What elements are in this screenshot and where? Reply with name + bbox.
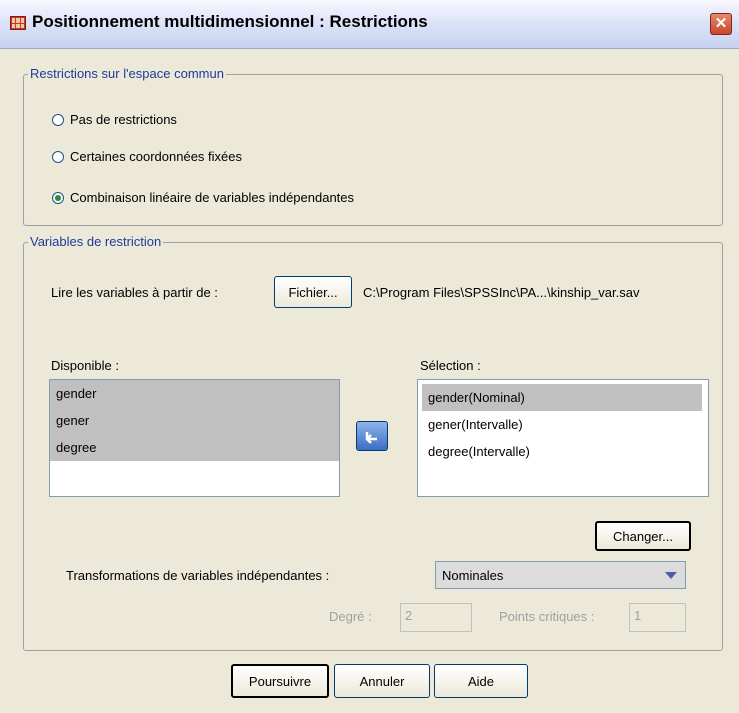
title-bar: Positionnement multidimensionnel : Restr… <box>0 0 739 49</box>
list-item[interactable]: degree(Intervalle) <box>422 438 702 465</box>
file-path: C:\Program Files\SPSSInc\PA...\kinship_v… <box>363 285 640 300</box>
degree-field[interactable]: 2 <box>400 603 472 632</box>
continue-button[interactable]: Poursuivre <box>231 664 329 698</box>
transformations-label: Transformations de variables indépendant… <box>66 568 330 583</box>
cancel-button[interactable]: Annuler <box>334 664 430 698</box>
radio-no-restrictions[interactable]: Pas de restrictions <box>52 112 177 127</box>
close-icon[interactable]: ✕ <box>710 13 732 35</box>
restrictions-dialog: Positionnement multidimensionnel : Restr… <box>0 0 739 713</box>
radio-label: Pas de restrictions <box>70 112 177 127</box>
transformations-select[interactable]: Nominales <box>435 561 686 589</box>
radio-linear-combination[interactable]: Combinaison linéaire de variables indépe… <box>52 190 354 205</box>
move-variable-button[interactable] <box>356 421 388 451</box>
list-item[interactable]: gender(Nominal) <box>422 384 702 411</box>
change-button[interactable]: Changer... <box>595 521 691 551</box>
restriction-variables-group-title: Variables de restriction <box>28 234 164 249</box>
list-item[interactable]: degree <box>50 434 339 461</box>
list-item[interactable]: gener(Intervalle) <box>422 411 702 438</box>
chevron-down-icon <box>665 572 677 579</box>
knots-label: Points critiques : <box>499 609 595 624</box>
select-value: Nominales <box>442 568 504 583</box>
selection-listbox[interactable]: gender(Nominal) gener(Intervalle) degree… <box>417 379 709 497</box>
help-button[interactable]: Aide <box>434 664 528 698</box>
knots-field[interactable]: 1 <box>629 603 686 632</box>
restriction-variables-group: Variables de restriction Lire les variab… <box>23 234 723 651</box>
common-space-group-title: Restrictions sur l'espace commun <box>28 66 226 81</box>
degree-label: Degré : <box>329 609 372 624</box>
window-title: Positionnement multidimensionnel : Restr… <box>32 12 428 31</box>
available-listbox[interactable]: gender gener degree <box>49 379 340 497</box>
radio-label: Combinaison linéaire de variables indépe… <box>70 190 355 205</box>
list-item[interactable]: gener <box>50 407 339 434</box>
radio-selected-icon <box>52 191 64 204</box>
radio-icon <box>52 150 64 163</box>
arrow-left-icon <box>365 432 377 444</box>
common-space-group: Restrictions sur l'espace commun Pas de … <box>23 66 723 226</box>
spss-app-icon <box>10 16 26 30</box>
radio-label: Certaines coordonnées fixées <box>70 149 242 164</box>
radio-icon <box>52 113 64 126</box>
file-button[interactable]: Fichier... <box>274 276 352 308</box>
radio-fixed-coordinates[interactable]: Certaines coordonnées fixées <box>52 149 242 164</box>
selection-label: Sélection : <box>420 358 481 373</box>
list-item[interactable]: gender <box>50 380 339 407</box>
available-label: Disponible : <box>51 358 119 373</box>
read-variables-label: Lire les variables à partir de : <box>51 285 218 300</box>
